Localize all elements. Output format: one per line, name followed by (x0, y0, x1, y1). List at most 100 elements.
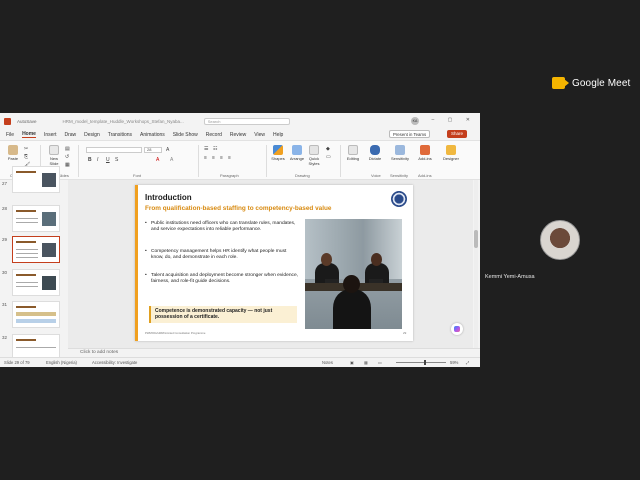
status-bar: Slide 29 of 79 English (Nigeria) Accessi… (0, 357, 480, 367)
arrange-button[interactable]: Arrange (288, 145, 306, 161)
slide-title[interactable]: Introduction (145, 193, 192, 202)
fit-to-window-icon[interactable]: ⤢ (466, 360, 469, 365)
coat-of-arms-logo (391, 191, 407, 207)
dictate-button[interactable]: Dictate (366, 145, 384, 161)
clear-format-icon[interactable]: A (170, 157, 173, 163)
reading-view-icon[interactable]: ▭ (378, 360, 382, 365)
copy-icon[interactable]: ⎘ (24, 154, 28, 160)
font-size-dropdown[interactable]: 28 (144, 147, 162, 153)
slide-thumbnail-30[interactable] (12, 269, 60, 296)
ribbon-divider (198, 145, 199, 177)
participant-name: Kemmi Yemi-Amusa (485, 274, 535, 280)
interviewer-right-head (371, 253, 382, 266)
dictate-label: Dictate (368, 156, 382, 161)
tab-design[interactable]: Design (84, 132, 100, 138)
current-slide[interactable]: Introduction From qualification-based st… (135, 185, 413, 341)
tab-animations[interactable]: Animations (140, 132, 165, 138)
candidate-back (333, 289, 371, 329)
font-color-icon[interactable]: A (156, 157, 159, 163)
slide-callout[interactable]: Competence is demonstrated capacity — no… (149, 306, 297, 323)
slide-bullet-2[interactable]: Competency management helps HR identify … (145, 249, 299, 261)
designer-button[interactable]: Designer (440, 145, 462, 161)
strikethrough-icon[interactable]: S (115, 157, 118, 163)
justify-icon[interactable]: ≡ (228, 155, 231, 161)
notes-button[interactable]: Notes (322, 360, 333, 365)
align-right-icon[interactable]: ≡ (220, 155, 223, 161)
bold-icon[interactable]: B (88, 157, 92, 163)
user-avatar[interactable]: KA (411, 117, 419, 125)
grow-font-icon[interactable]: A (166, 147, 169, 153)
paste-button[interactable]: Paste (6, 145, 20, 161)
underline-icon[interactable]: U (106, 157, 110, 163)
slide-sorter-icon[interactable]: ▦ (364, 360, 368, 365)
tab-file[interactable]: File (6, 132, 14, 138)
tab-review[interactable]: Review (230, 132, 246, 138)
window-controls[interactable]: – ▢ ✕ (432, 117, 476, 123)
layout-icon[interactable]: ▤ (65, 146, 70, 152)
zoom-slider[interactable] (396, 362, 446, 363)
accessibility-status[interactable]: Accessibility: Investigate (92, 360, 137, 365)
notes-pane[interactable]: Click to add notes (68, 348, 480, 357)
shape-outline-icon[interactable]: ▭ (326, 154, 331, 160)
new-slide-button[interactable]: New Slide (46, 145, 62, 166)
share-button[interactable]: Share (447, 130, 468, 138)
tab-transitions[interactable]: Transitions (108, 132, 132, 138)
slide-thumbnail-28[interactable] (12, 205, 60, 232)
tab-home[interactable]: Home (22, 131, 36, 138)
present-in-teams-button[interactable]: Present in Teams (389, 130, 431, 138)
new-slide-icon (49, 145, 59, 155)
align-center-icon[interactable]: ≡ (212, 155, 215, 161)
zoom-slider-thumb[interactable] (424, 360, 426, 365)
tab-record[interactable]: Record (206, 132, 222, 138)
tab-slide-show[interactable]: Slide Show (173, 132, 198, 138)
scrollbar-thumb[interactable] (474, 230, 478, 248)
quick-styles-button[interactable]: Quick Styles (306, 145, 322, 166)
zoom-level[interactable]: 59% (450, 360, 458, 365)
section-icon[interactable]: ▦ (65, 162, 70, 168)
slide-thumbnail-31[interactable] (12, 301, 60, 328)
powerpoint-app-icon (4, 117, 11, 125)
italic-icon[interactable]: I (97, 157, 98, 163)
autosave-label[interactable]: AutoSave (17, 119, 37, 124)
shape-fill-icon[interactable]: ◆ (326, 146, 330, 152)
sensitivity-button[interactable]: Sensitivity (388, 145, 412, 161)
add-ins-button[interactable]: Add-ins (416, 145, 434, 161)
numbering-icon[interactable]: ☷ (213, 146, 217, 152)
slide-bullet-3[interactable]: Talent acquisition and deployment become… (145, 273, 299, 285)
slide-subtitle[interactable]: From qualification-based staffing to com… (145, 205, 331, 212)
tab-insert[interactable]: Insert (44, 132, 57, 138)
slide-thumbnail-29[interactable] (12, 236, 60, 263)
slide-counter: Slide 29 of 79 (4, 360, 30, 365)
align-left-icon[interactable]: ≡ (204, 155, 207, 161)
interview-photo[interactable] (305, 219, 402, 329)
tab-view[interactable]: View (254, 132, 265, 138)
participant-tile[interactable]: Kemmi Yemi-Amusa (480, 198, 640, 286)
slide-bullet-1[interactable]: Public institutions need officers who ca… (145, 221, 299, 233)
thumb-number: 29 (2, 237, 8, 242)
bullets-icon[interactable]: ☰ (204, 146, 208, 152)
ribbon-divider (340, 145, 341, 177)
copilot-icon[interactable] (451, 323, 463, 335)
editing-button[interactable]: Editing (344, 145, 362, 161)
font-name-dropdown[interactable] (86, 147, 142, 153)
slide-thumbnail-27[interactable] (12, 166, 60, 193)
normal-view-icon[interactable]: ▣ (350, 360, 354, 365)
slide-canvas: Introduction From qualification-based st… (68, 180, 473, 348)
reset-icon[interactable]: ↺ (65, 154, 69, 160)
arrange-label: Arrange (289, 156, 305, 161)
slide-page-number: 29 (403, 331, 407, 335)
tab-help[interactable]: Help (273, 132, 283, 138)
search-input[interactable]: Search (203, 117, 290, 125)
arrange-icon (292, 145, 302, 155)
cut-icon[interactable]: ✂ (24, 146, 28, 152)
font-group-label: Font (133, 173, 142, 178)
shapes-button[interactable]: Shapes (270, 145, 286, 161)
language-status[interactable]: English (Nigeria) (46, 360, 77, 365)
tab-draw[interactable]: Draw (64, 132, 76, 138)
ribbon-tabs: File Home Insert Draw Design Transitions… (0, 129, 480, 140)
slide-thumbnail-pane: 27 28 29 30 31 32 (0, 166, 66, 361)
vertical-scrollbar[interactable] (474, 180, 478, 348)
slide-accent-bar (135, 185, 138, 341)
search-icon (348, 145, 358, 155)
notes-placeholder: Click to add notes (80, 350, 119, 355)
